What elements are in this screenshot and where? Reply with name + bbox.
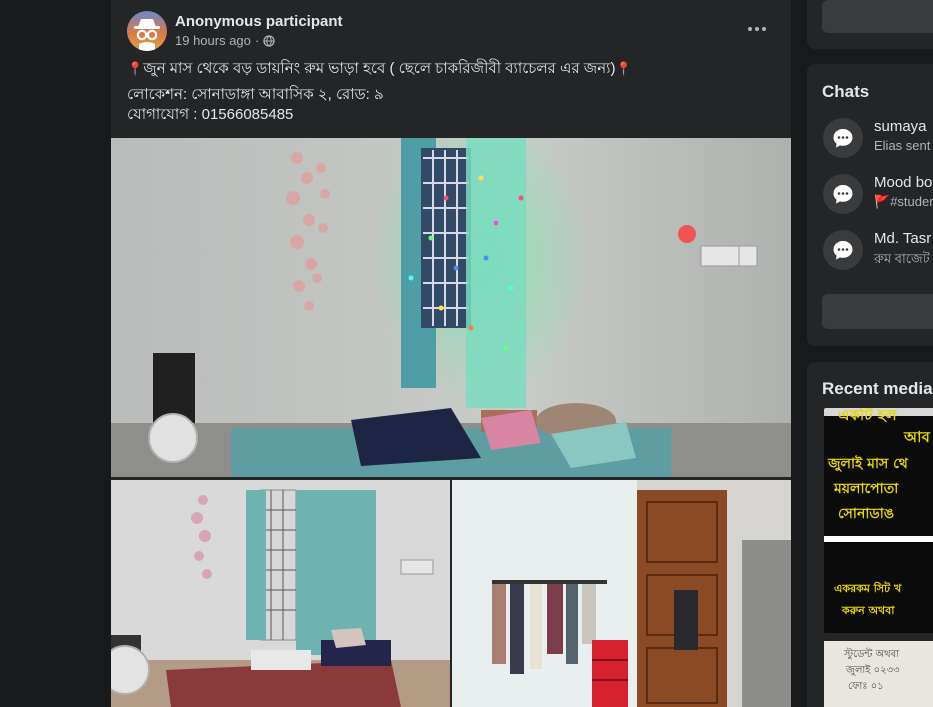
chat-name: Md. Tasr — [874, 230, 932, 247]
chat-bubble-icon — [823, 230, 863, 270]
globe-icon — [263, 34, 275, 47]
chat-name: Mood bo — [874, 174, 933, 191]
feed-post: Anonymous participant 19 hours ago · 📍জু… — [111, 0, 791, 707]
media-text: করুন অথবা — [841, 604, 895, 617]
post-photo-main[interactable] — [111, 138, 791, 477]
chats-title: Chats — [822, 82, 870, 101]
facebook-group-page: Anonymous participant 19 hours ago · 📍জু… — [0, 0, 933, 707]
flag-icon: 🚩 — [874, 194, 891, 209]
media-text: সোনাডাঙ — [838, 506, 894, 522]
pin-icon: 📍 — [127, 61, 144, 76]
post-meta: 19 hours ago · — [175, 33, 275, 48]
see-all-chats-button[interactable] — [822, 294, 933, 329]
chat-preview: রুম বাজেট — [874, 251, 930, 266]
chat-bubble-icon — [823, 174, 863, 214]
more-options-icon[interactable] — [739, 17, 775, 41]
chat-preview: 🚩#studer — [874, 194, 933, 209]
post-text-line-1: 📍জুন মাস থেকে বড় ডায়নিং রুম ভাড়া হবে … — [127, 60, 632, 77]
media-text: স্টুডেন্ট অথবা — [843, 647, 900, 660]
media-text: আব — [903, 428, 930, 446]
chats-card: Chats sumaya Elias sent Mood bo 🚩#studer… — [807, 64, 933, 346]
post-author[interactable]: Anonymous participant — [175, 13, 343, 30]
media-text: একরকম সিট খ — [834, 581, 902, 595]
post-body: 📍জুন মাস থেকে বড় ডায়নিং রুম ভাড়া হবে … — [127, 59, 775, 125]
recent-media-card: Recent media একটি হল আব জুলাই মাস থে ময়… — [807, 362, 933, 707]
chat-bubble-icon — [823, 118, 863, 158]
media-text: জুলাই মাস থে — [827, 454, 909, 473]
sidebar-top-button[interactable] — [822, 0, 933, 33]
sidebar-top-card — [807, 0, 933, 49]
post-photo-3[interactable] — [452, 480, 791, 707]
chat-item[interactable]: Md. Tasr রুম বাজেট — [822, 228, 933, 272]
post-photo-2[interactable] — [111, 480, 450, 707]
media-text: ফোঃ ০১ — [848, 681, 884, 692]
post-timestamp[interactable]: 19 hours ago — [175, 33, 251, 48]
recent-media-thumb[interactable]: একটি হল আব জুলাই মাস থে ময়লাপোতা সোনাডা… — [824, 408, 933, 633]
chat-name: sumaya — [874, 118, 927, 135]
meta-separator: · — [254, 33, 260, 48]
recent-media-title: Recent media — [822, 379, 933, 398]
media-text: একটি হল — [838, 408, 897, 424]
post-text-line-2: লোকেশন: সোনাডাঙ্গা আবাসিক ২, রোড: ৯ — [127, 86, 384, 103]
recent-media-thumb[interactable]: স্টুডেন্ট অথবা জুলাই ০২৩৩ ফোঃ ০১ — [824, 641, 933, 707]
chat-preview: Elias sent — [874, 138, 931, 153]
chat-item[interactable]: sumaya Elias sent — [822, 116, 933, 160]
chat-item[interactable]: Mood bo 🚩#studer — [822, 172, 933, 216]
post-text-line-3: যোগাযোগ : 01566085485 — [127, 106, 294, 123]
media-text: জুলাই ০২৩৩ — [845, 664, 900, 676]
pin-icon: 📍 — [615, 61, 632, 76]
post-header: Anonymous participant 19 hours ago · — [127, 11, 775, 53]
anonymous-incognito-icon[interactable] — [127, 11, 167, 51]
media-text: ময়লাপোতা — [833, 481, 899, 497]
